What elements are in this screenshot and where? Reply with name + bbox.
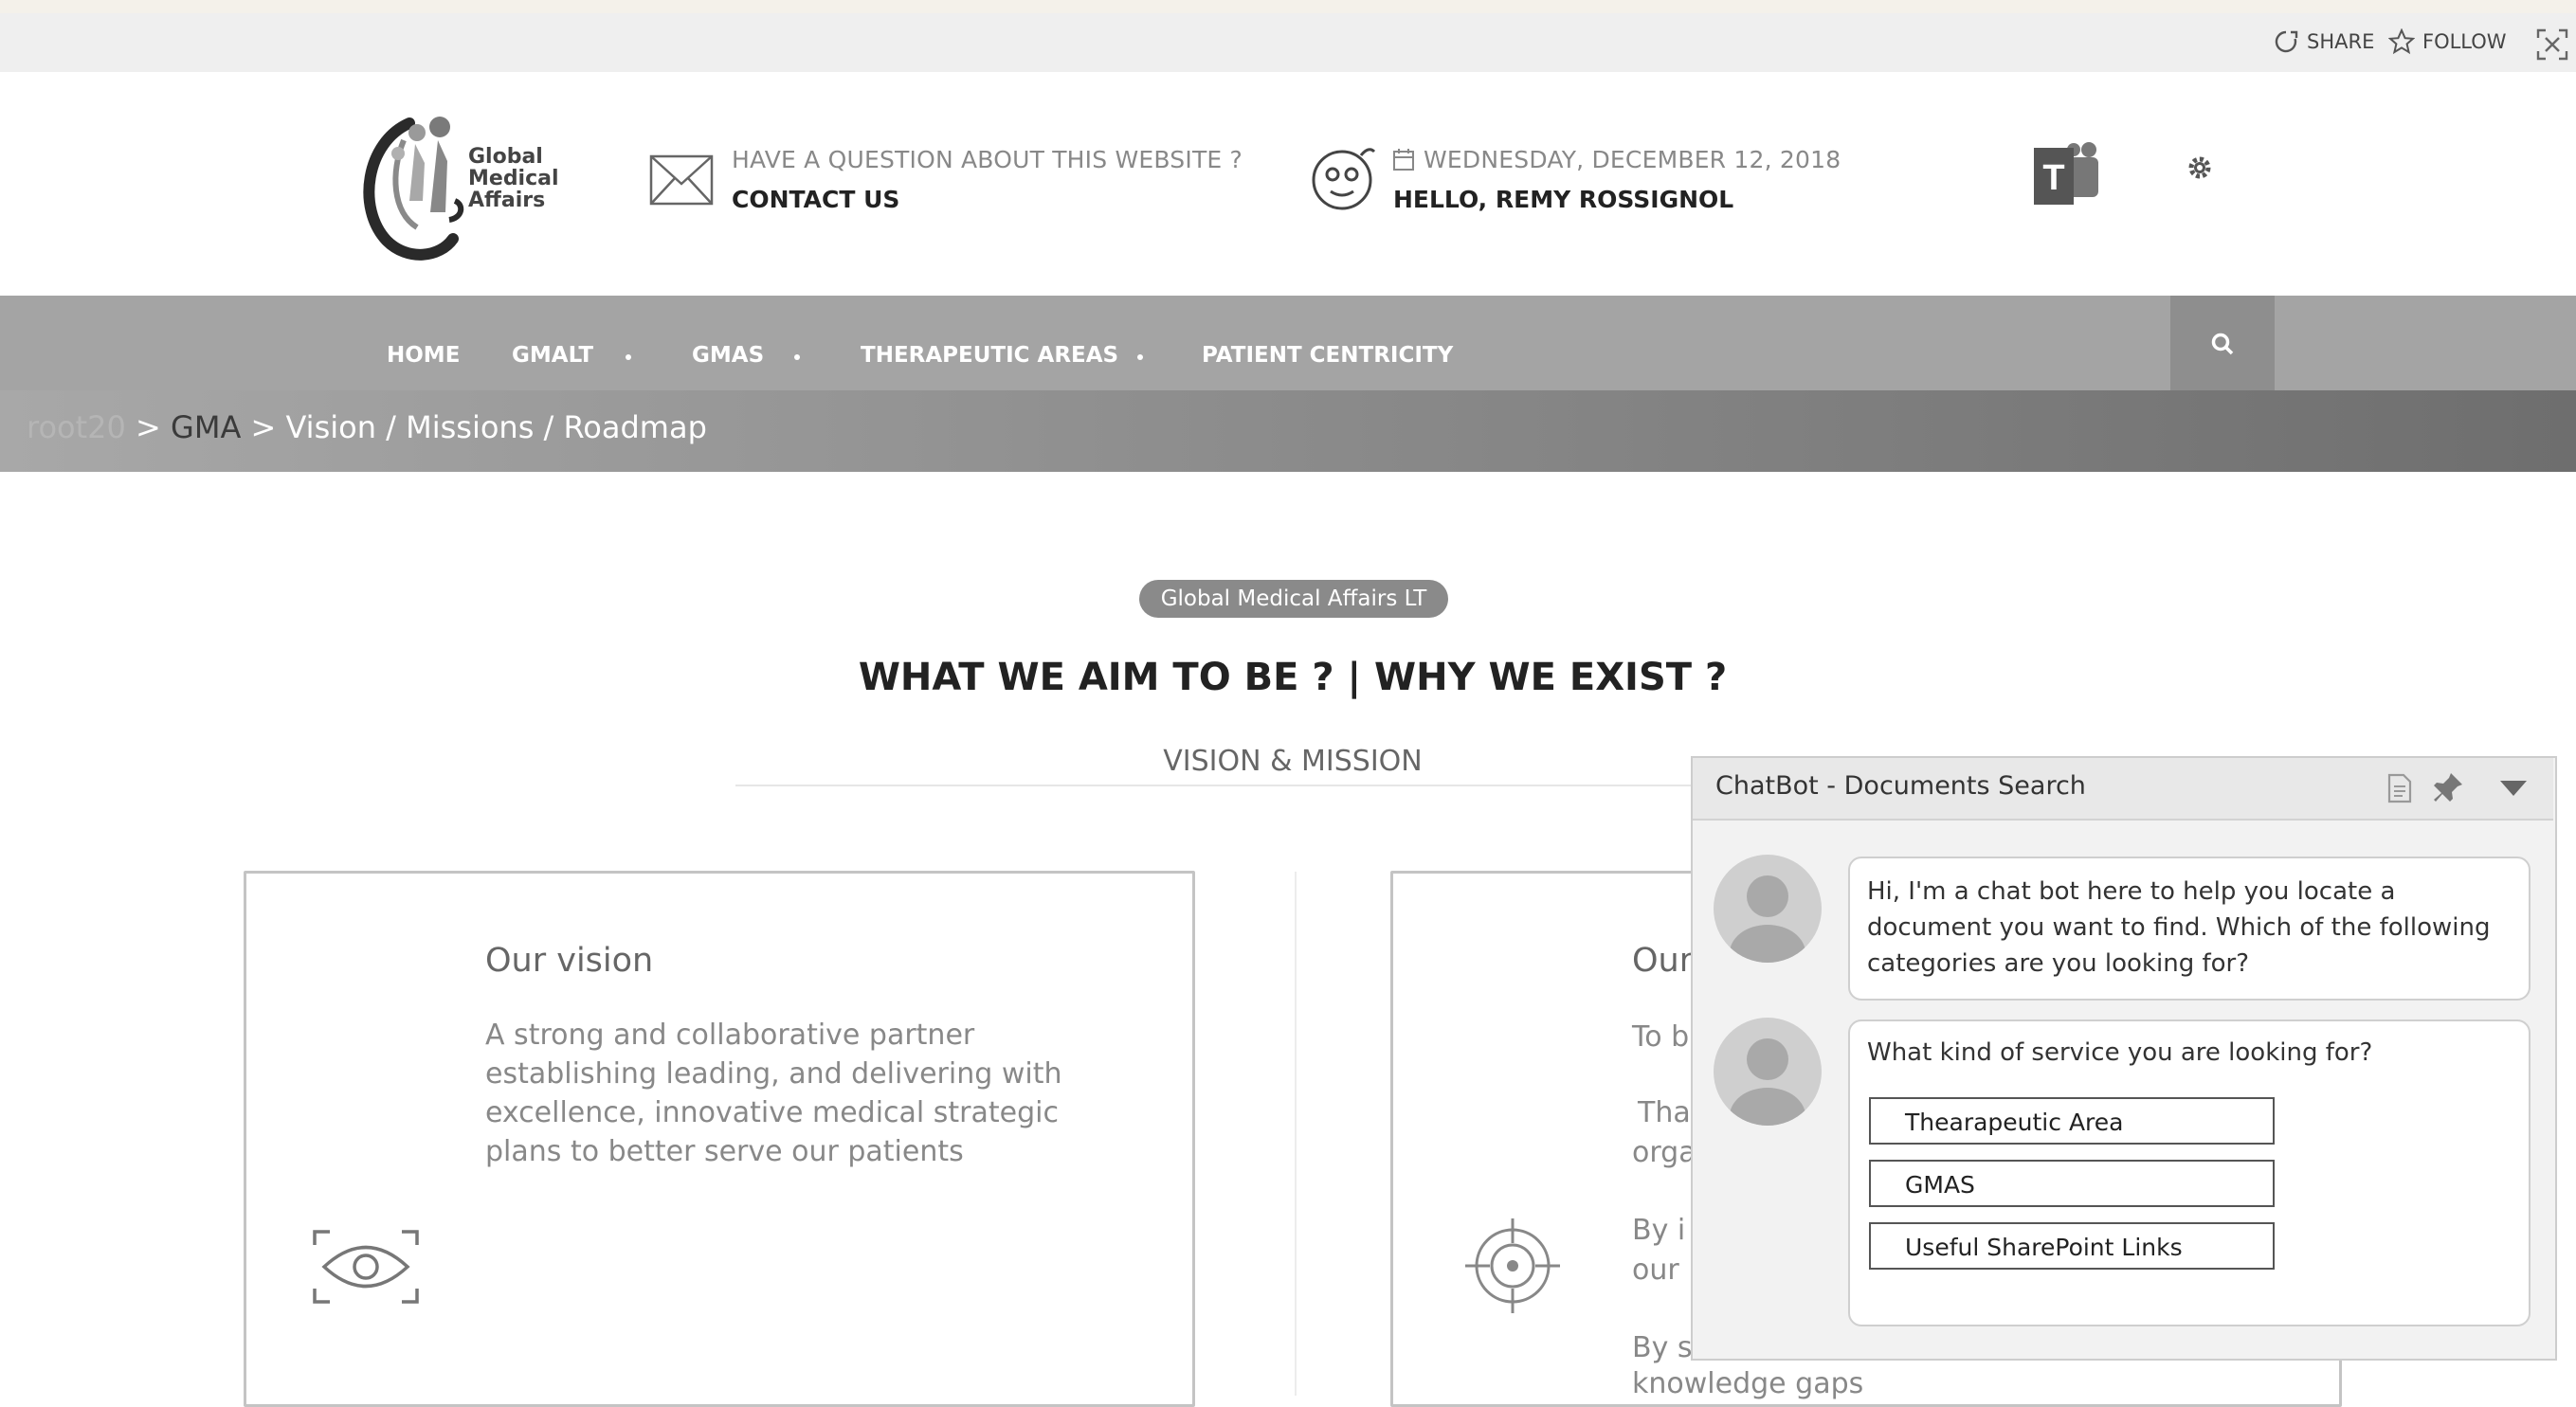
user-avatar-icon bbox=[1730, 1038, 1805, 1126]
share-label: SHARE bbox=[2307, 30, 2375, 53]
logo-line-3: Affairs bbox=[468, 189, 546, 212]
section-tag: Global Medical Affairs LT bbox=[1139, 580, 1448, 618]
chat-message-line: document you want to find. Which of the … bbox=[1867, 913, 2491, 942]
pin-icon bbox=[2434, 773, 2462, 802]
mission-line: orga bbox=[1632, 1136, 1696, 1169]
gear-icon bbox=[2188, 156, 2211, 179]
chat-message-line: categories are you looking for? bbox=[1867, 949, 2250, 978]
date-label: WEDNESDAY, DECEMBER 12, 2018 bbox=[1424, 146, 1841, 173]
vision-title: Our vision bbox=[485, 942, 654, 980]
search-icon bbox=[2211, 333, 2234, 355]
vision-text-line: plans to better serve our patients bbox=[485, 1135, 964, 1168]
chat-message-line: Hi, I'm a chat bot here to help you loca… bbox=[1867, 877, 2396, 906]
vision-text-line: A strong and collaborative partner bbox=[485, 1019, 975, 1052]
svg-text:T: T bbox=[2042, 158, 2064, 198]
breadcrumb-root[interactable]: root20 bbox=[27, 409, 126, 445]
vision-text: A strong and collaborative partner estab… bbox=[485, 1016, 1061, 1171]
smiley-avatar-icon bbox=[1308, 142, 1380, 218]
mission-line: By s bbox=[1632, 1331, 1693, 1364]
chat-message-text: What kind of service you are looking for… bbox=[1867, 1038, 2373, 1067]
nav-gmas-dropdown-icon[interactable] bbox=[794, 354, 800, 360]
target-icon bbox=[1463, 1217, 1562, 1319]
top-strip bbox=[0, 0, 2576, 13]
nav-gmas[interactable]: GMAS bbox=[692, 343, 764, 368]
chatbot-collapse-button[interactable] bbox=[2498, 779, 2529, 802]
focus-icon bbox=[2536, 28, 2568, 61]
column-divider bbox=[1295, 872, 1297, 1396]
chatbot-pin-button[interactable] bbox=[2432, 771, 2464, 807]
question-label: HAVE A QUESTION ABOUT THIS WEBSITE ? bbox=[732, 146, 1243, 173]
mission-line: To b bbox=[1632, 1020, 1690, 1054]
nav-gmalt-dropdown-icon[interactable] bbox=[626, 354, 631, 360]
breadcrumb-gma[interactable]: GMA bbox=[171, 409, 241, 445]
settings-button[interactable] bbox=[2186, 153, 2214, 186]
vision-text-line: excellence, innovative medical strategic bbox=[485, 1096, 1059, 1129]
mission-line: our bbox=[1632, 1254, 1679, 1287]
nav-gmalt[interactable]: GMALT bbox=[512, 343, 593, 368]
chatbot-document-button[interactable] bbox=[2386, 773, 2413, 807]
eye-icon bbox=[313, 1230, 419, 1308]
breadcrumb-sep: > bbox=[125, 409, 172, 445]
focus-mode-button[interactable] bbox=[2536, 28, 2568, 64]
mission-title: Our bbox=[1632, 942, 1694, 980]
nav-therapeutic-areas[interactable]: THERAPEUTIC AREAS bbox=[861, 343, 1118, 368]
breadcrumb-current: Vision / Missions / Roadmap bbox=[285, 409, 707, 445]
document-icon bbox=[2387, 773, 2412, 803]
mail-icon bbox=[648, 153, 715, 210]
breadcrumb: root20 > GMA > Vision / Missions / Roadm… bbox=[27, 409, 707, 445]
chat-message-1: Hi, I'm a chat bot here to help you loca… bbox=[1848, 857, 2531, 1001]
teams-button[interactable]: T bbox=[2032, 140, 2104, 214]
nav-search-button[interactable] bbox=[2170, 296, 2275, 390]
chat-option-sharepoint-links[interactable]: Useful SharePoint Links bbox=[1869, 1222, 2275, 1270]
greeting-label: HELLO, REMY ROSSIGNOL bbox=[1393, 186, 1734, 213]
follow-label: FOLLOW bbox=[2422, 30, 2507, 53]
mission-line: Tha bbox=[1638, 1096, 1691, 1129]
vision-text-line: establishing leading, and delivering wit… bbox=[485, 1057, 1062, 1091]
nav-home[interactable]: HOME bbox=[387, 343, 460, 368]
logo-line-2: Medical bbox=[468, 167, 559, 190]
logo-text: Global Medical Affairs bbox=[468, 146, 559, 211]
page-title: WHAT WE AIM TO BE ? | WHY WE EXIST ? bbox=[858, 656, 1728, 699]
mission-line: By i bbox=[1632, 1214, 1686, 1247]
mission-line: knowledge gaps bbox=[1632, 1367, 1864, 1400]
share-icon bbox=[2275, 30, 2298, 53]
logo-line-1: Global bbox=[468, 145, 543, 169]
contact-us-link[interactable]: CONTACT US bbox=[732, 186, 899, 213]
user-avatar-icon bbox=[1730, 875, 1805, 963]
chat-message-text: Hi, I'm a chat bot here to help you loca… bbox=[1867, 874, 2490, 982]
chat-option-gmas[interactable]: GMAS bbox=[1869, 1160, 2275, 1207]
teams-icon: T bbox=[2034, 142, 2098, 205]
suite-bar bbox=[0, 13, 2576, 72]
share-button[interactable]: SHARE bbox=[2273, 28, 2374, 55]
bot-avatar bbox=[1714, 1018, 1822, 1126]
chat-option-therapeutic-area[interactable]: Thearapeutic Area bbox=[1869, 1097, 2275, 1145]
star-icon bbox=[2388, 28, 2415, 55]
chevron-down-icon bbox=[2500, 781, 2527, 796]
divider bbox=[735, 785, 1854, 786]
breadcrumb-sep: > bbox=[241, 409, 286, 445]
follow-button[interactable]: FOLLOW bbox=[2388, 28, 2507, 55]
bot-avatar bbox=[1714, 855, 1822, 963]
nav-patient-centricity[interactable]: PATIENT CENTRICITY bbox=[1202, 343, 1453, 368]
chatbot-title: ChatBot - Documents Search bbox=[1715, 771, 2086, 801]
calendar-icon bbox=[1393, 148, 1414, 174]
nav-therapeutic-dropdown-icon[interactable] bbox=[1137, 354, 1143, 360]
